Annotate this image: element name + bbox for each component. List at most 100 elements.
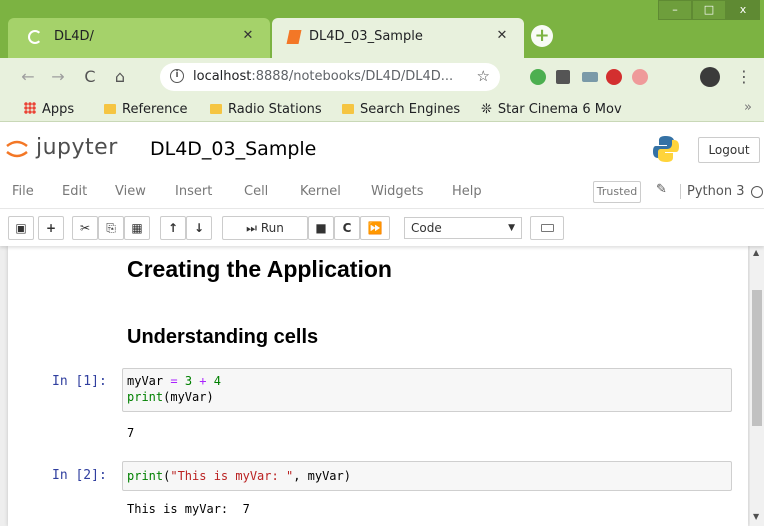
bookmark-star-icon[interactable]: ☆ [477,67,490,85]
run-button[interactable]: ⏭ Run [222,216,308,240]
scroll-thumb[interactable] [752,290,762,426]
plus-icon: + [45,221,57,235]
extension-globe-icon[interactable] [530,69,546,85]
kernel-name[interactable]: Python 3 [680,184,744,199]
folder-icon [342,104,354,114]
address-bar[interactable]: i localhost:8888/notebooks/DL4D/DL4D... … [160,63,500,91]
heading-understanding-cells[interactable]: Understanding cells [127,326,318,349]
menu-help[interactable]: Help [452,184,482,199]
menu-insert[interactable]: Insert [175,184,212,199]
maximize-button[interactable]: □ [692,0,726,20]
save-button[interactable]: ▣ [8,216,34,240]
bookmark-reference[interactable]: Reference [104,102,187,117]
extension-mail-icon[interactable] [606,69,622,85]
insert-cell-button[interactable]: + [38,216,64,240]
copy-icon: ⎘ [106,221,116,235]
menu-bar: File Edit View Insert Cell Kernel Widget… [0,175,764,209]
menu-file[interactable]: File [12,184,34,199]
copy-button[interactable]: ⎘ [98,216,124,240]
browser-toolbar: ← → C ⌂ i localhost:8888/notebooks/DL4D/… [0,58,764,96]
close-icon[interactable]: ✕ [240,28,256,44]
code-cell-input[interactable]: myVar = 3 + 4 print(myVar) [122,368,732,412]
arrow-up-icon: ↑ [167,221,179,235]
tab-dl4d-03-sample[interactable]: DL4D_03_Sample ✕ [272,18,524,58]
notebook-page: Creating the Application Understanding c… [8,246,748,526]
jupyter-wordmark[interactable]: jupyter [36,135,118,160]
folder-icon [210,104,222,114]
step-forward-icon: ⏭ [246,221,257,235]
menu-kernel[interactable]: Kernel [300,184,341,199]
restart-button[interactable]: C [334,216,360,240]
bookmarks-bar: Apps Reference Radio Stations Search Eng… [0,96,764,122]
fast-forward-icon: ⏩ [367,221,383,235]
url-text: localhost:8888/notebooks/DL4D/DL4D... [193,69,453,84]
url-host: localhost [193,69,252,84]
jupyter-header: jupyter DL4D_03_Sample Logout [0,123,764,175]
move-down-button[interactable]: ↓ [186,216,212,240]
tab-title: DL4D_03_Sample [309,29,423,44]
cell-prompt: In [2]: [52,468,107,483]
menu-icon[interactable]: ⋮ [736,67,752,86]
menu-edit[interactable]: Edit [62,184,87,199]
cell-type-value: Code [411,221,442,235]
keyboard-icon [541,224,554,232]
chevron-down-icon: ▼ [508,223,515,233]
cell-output: 7 [127,426,135,440]
trusted-badge[interactable]: Trusted [593,181,641,203]
close-icon[interactable]: ✕ [494,28,510,44]
bookmark-label: Apps [42,102,75,117]
notebook-name[interactable]: DL4D_03_Sample [150,138,316,160]
bookmark-apps[interactable]: Apps [24,102,74,117]
menu-widgets[interactable]: Widgets [371,184,424,199]
code-line: myVar = 3 + 4 [127,374,221,388]
heading-creating-application[interactable]: Creating the Application [127,256,392,283]
close-window-button[interactable]: x [726,0,760,20]
qr-code-icon[interactable] [556,70,570,84]
code-cell-input[interactable]: print("This is myVar: ", myVar) [122,461,732,491]
browser-window: DL4D/ ✕ DL4D_03_Sample ✕ + – □ x ← → C ⌂… [0,0,764,526]
profile-avatar[interactable] [700,67,720,87]
back-icon[interactable]: ← [18,67,38,87]
apps-grid-icon [24,102,36,114]
info-icon[interactable]: i [170,69,184,83]
scrollbar[interactable]: ▲ ▼ [750,246,764,526]
window-controls: – □ x [658,0,760,20]
arrow-down-icon: ↓ [193,221,205,235]
tab-dl4d[interactable]: DL4D/ ✕ [8,18,270,58]
menu-cell[interactable]: Cell [244,184,268,199]
new-tab-button[interactable]: + [531,25,553,47]
interrupt-button[interactable]: ■ [308,216,334,240]
bookmark-search-engines[interactable]: Search Engines [342,102,460,117]
bookmark-radio-stations[interactable]: Radio Stations [210,102,322,117]
extension-card-icon[interactable] [582,72,598,82]
jupyter-logo-icon[interactable] [4,138,30,160]
menu-view[interactable]: View [115,184,146,199]
bookmark-label: Reference [122,102,188,117]
scroll-up-icon[interactable]: ▲ [753,248,759,257]
minimize-button[interactable]: – [658,0,692,20]
bookmark-label: Search Engines [360,102,461,117]
bookmark-label: Star Cinema 6 Mov [497,102,622,117]
home-icon[interactable]: ⌂ [110,67,130,87]
paste-button[interactable]: ▦ [124,216,150,240]
python-logo-icon [653,136,679,162]
code-line: print("This is myVar: ", myVar) [127,469,351,483]
title-bar: DL4D/ ✕ DL4D_03_Sample ✕ + – □ x [0,0,764,58]
command-palette-button[interactable] [530,216,564,240]
cell-type-select[interactable]: Code ▼ [404,217,522,239]
bookmarks-more-icon[interactable]: » [744,100,752,115]
forward-icon[interactable]: → [48,67,68,87]
extension-block-icon[interactable] [632,69,648,85]
logout-button[interactable]: Logout [698,137,760,163]
cell-output: This is myVar: 7 [127,502,250,516]
tab-title: DL4D/ [54,29,94,44]
reload-icon[interactable]: C [80,67,100,87]
scroll-down-icon[interactable]: ▼ [753,512,759,521]
cut-button[interactable]: ✂ [72,216,98,240]
restart-run-all-button[interactable]: ⏩ [360,216,390,240]
bookmark-star-cinema[interactable]: ❊ Star Cinema 6 Mov [481,102,622,117]
folder-icon [104,104,116,114]
pencil-icon[interactable]: ✎ [656,182,667,197]
notebook-area: Creating the Application Understanding c… [0,246,764,526]
move-up-button[interactable]: ↑ [160,216,186,240]
